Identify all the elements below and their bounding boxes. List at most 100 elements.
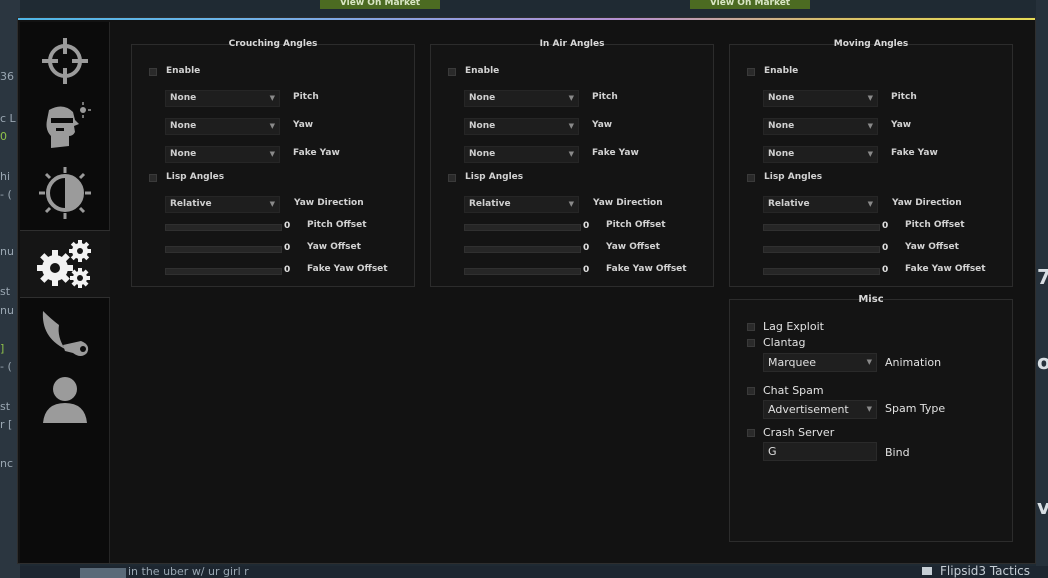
pitch-label: Pitch: [891, 92, 917, 102]
bg-fragment: - (: [0, 360, 12, 373]
sidebar: [20, 22, 110, 563]
yaw-direction-label: Yaw Direction: [892, 198, 962, 208]
yaw-direction-value: Relative: [768, 199, 810, 209]
fake-yaw-dropdown[interactable]: None ▼: [763, 146, 878, 163]
cheat-menu-window: Crouching Angles Enable None ▼ Pitch None…: [17, 17, 1036, 564]
gears-icon: [37, 240, 91, 288]
bg-fragment: nu: [0, 304, 14, 317]
lisp-angles-label: Lisp Angles: [764, 172, 823, 182]
tab-anti-aim[interactable]: [20, 230, 110, 298]
lag-exploit-label: Lag Exploit: [763, 320, 824, 333]
chevron-down-icon: ▼: [269, 150, 275, 158]
bg-fragment: 0: [0, 130, 7, 143]
enable-label: Enable: [764, 66, 799, 76]
pitch-dropdown[interactable]: None ▼: [165, 90, 280, 107]
yaw-direction-dropdown[interactable]: Relative ▼: [464, 196, 579, 213]
fake-yaw-offset-label: Fake Yaw Offset: [307, 264, 388, 274]
lisp-angles-checkbox[interactable]: [448, 174, 456, 182]
pitch-offset-label: Pitch Offset: [905, 220, 965, 230]
view-on-market-button[interactable]: View On Market: [690, 0, 810, 9]
crash-server-label: Crash Server: [763, 426, 835, 439]
pitch-offset-slider[interactable]: [464, 224, 581, 231]
fake-yaw-offset-slider[interactable]: [763, 268, 880, 275]
fake-yaw-offset-value: 0: [583, 265, 590, 275]
enable-checkbox[interactable]: [448, 68, 456, 76]
yaw-value: None: [768, 121, 795, 131]
bg-fragment: c L: [0, 112, 16, 125]
yaw-direction-label: Yaw Direction: [294, 198, 364, 208]
yaw-offset-slider[interactable]: [464, 246, 581, 253]
yaw-value: None: [170, 121, 197, 131]
yaw-offset-slider[interactable]: [763, 246, 880, 253]
chevron-down-icon: ▼: [867, 150, 873, 158]
yaw-offset-slider[interactable]: [165, 246, 282, 253]
enable-checkbox[interactable]: [747, 68, 755, 76]
view-on-market-button[interactable]: View On Market: [320, 0, 440, 9]
bg-fragment: v: [1037, 495, 1048, 519]
yaw-offset-label: Yaw Offset: [606, 242, 660, 252]
group-title: Moving Angles: [833, 39, 909, 49]
rainbow-accent-bar: [18, 18, 1035, 20]
chat-spam-label: Chat Spam: [763, 384, 824, 397]
bg-fragment: ]: [0, 342, 5, 355]
animation-value: Marquee: [768, 356, 817, 369]
fake-yaw-dropdown[interactable]: None ▼: [464, 146, 579, 163]
fake-yaw-offset-value: 0: [284, 265, 291, 275]
chat-spam-checkbox[interactable]: [747, 387, 755, 395]
pitch-value: None: [170, 93, 197, 103]
spam-type-label: Spam Type: [885, 402, 946, 415]
yaw-dropdown[interactable]: None ▼: [763, 118, 878, 135]
yaw-direction-label: Yaw Direction: [593, 198, 663, 208]
tab-skins[interactable]: [20, 300, 109, 366]
fake-yaw-value: None: [469, 149, 496, 159]
fake-yaw-offset-slider[interactable]: [165, 268, 282, 275]
bg-fragment: o: [1037, 350, 1048, 374]
lisp-angles-checkbox[interactable]: [149, 174, 157, 182]
fake-yaw-offset-slider[interactable]: [464, 268, 581, 275]
animation-dropdown[interactable]: Marquee ▼: [763, 353, 877, 372]
tab-visuals[interactable]: [20, 94, 109, 160]
fake-yaw-label: Fake Yaw: [592, 148, 639, 158]
pitch-value: None: [469, 93, 496, 103]
tab-misc-visuals[interactable]: [20, 160, 109, 226]
group-title: In Air Angles: [539, 39, 605, 49]
yaw-dropdown[interactable]: None ▼: [464, 118, 579, 135]
fake-yaw-offset-value: 0: [882, 265, 889, 275]
group-title: Misc: [858, 294, 884, 305]
tab-profile[interactable]: [20, 366, 109, 432]
pitch-dropdown[interactable]: None ▼: [763, 90, 878, 107]
yaw-direction-dropdown[interactable]: Relative ▼: [763, 196, 878, 213]
yaw-direction-dropdown[interactable]: Relative ▼: [165, 196, 280, 213]
clantag-checkbox[interactable]: [747, 339, 755, 347]
lag-exploit-checkbox[interactable]: [747, 323, 755, 331]
pitch-dropdown[interactable]: None ▼: [464, 90, 579, 107]
bg-chat-text: in the uber w/ ur girl r: [128, 565, 249, 578]
bg-team-icon: [922, 567, 932, 575]
group-crouching-angles: Crouching Angles Enable None ▼ Pitch None…: [131, 39, 415, 287]
lisp-angles-checkbox[interactable]: [747, 174, 755, 182]
yaw-value: None: [469, 121, 496, 131]
bg-team-name: Flipsid3 Tactics: [940, 564, 1031, 578]
crosshair-icon: [41, 38, 88, 84]
chevron-down-icon: ▼: [568, 94, 574, 102]
tab-aimbot[interactable]: [20, 28, 109, 94]
yaw-direction-value: Relative: [170, 199, 212, 209]
chevron-down-icon: ▼: [867, 200, 873, 208]
background-right-strip: 7 o v: [1036, 0, 1048, 578]
enable-checkbox[interactable]: [149, 68, 157, 76]
clantag-label: Clantag: [763, 336, 806, 349]
yaw-label: Yaw: [891, 120, 912, 130]
user-icon: [42, 377, 87, 423]
bind-key-input[interactable]: G: [763, 442, 877, 461]
yaw-dropdown[interactable]: None ▼: [165, 118, 280, 135]
group-title: Crouching Angles: [228, 39, 318, 49]
enable-label: Enable: [166, 66, 201, 76]
pitch-offset-slider[interactable]: [763, 224, 880, 231]
crash-server-checkbox[interactable]: [747, 429, 755, 437]
lisp-angles-label: Lisp Angles: [166, 172, 225, 182]
spam-type-value: Advertisement: [768, 403, 849, 416]
fake-yaw-dropdown[interactable]: None ▼: [165, 146, 280, 163]
pitch-offset-slider[interactable]: [165, 224, 282, 231]
spam-type-dropdown[interactable]: Advertisement ▼: [763, 400, 877, 419]
chevron-down-icon: ▼: [269, 122, 275, 130]
